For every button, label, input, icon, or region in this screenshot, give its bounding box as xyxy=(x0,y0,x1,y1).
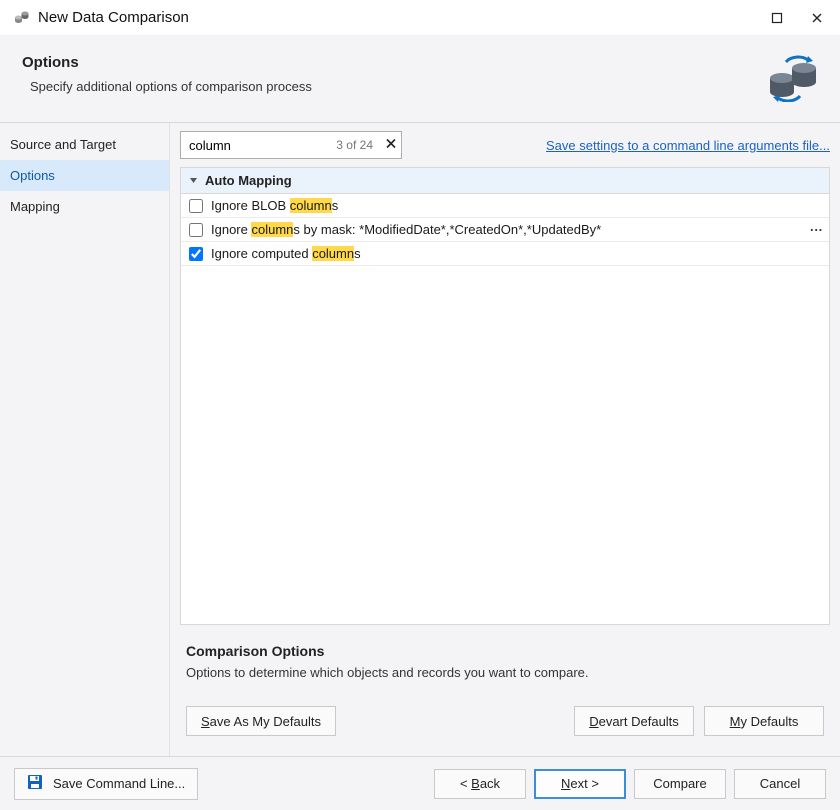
window-title: New Data Comparison xyxy=(38,9,770,26)
wizard-steps-sidebar: Source and Target Options Mapping xyxy=(0,123,170,756)
page-subtitle: Specify additional options of comparison… xyxy=(30,79,764,94)
back-button[interactable]: < Back xyxy=(434,769,526,799)
option-checkbox[interactable] xyxy=(189,199,203,213)
devart-defaults-button[interactable]: Devart Defaults xyxy=(574,706,694,736)
search-result-count: 3 of 24 xyxy=(336,138,373,152)
next-button[interactable]: Next > xyxy=(534,769,626,799)
description-title: Comparison Options xyxy=(186,643,824,659)
sidebar-item-label: Mapping xyxy=(10,199,60,214)
description-text: Options to determine which objects and r… xyxy=(186,665,824,680)
titlebar: New Data Comparison xyxy=(0,0,840,36)
option-label: Ignore BLOB columns xyxy=(211,198,338,213)
save-settings-link[interactable]: Save settings to a command line argument… xyxy=(546,138,830,153)
compare-button[interactable]: Compare xyxy=(634,769,726,799)
save-command-line-button[interactable]: Save Command Line... xyxy=(14,768,198,800)
my-defaults-button[interactable]: My Defaults xyxy=(704,706,824,736)
option-row[interactable]: Ignore computed columns xyxy=(181,242,829,266)
option-description: Comparison Options Options to determine … xyxy=(180,625,830,690)
wizard-header: Options Specify additional options of co… xyxy=(0,36,840,123)
option-checkbox[interactable] xyxy=(189,223,203,237)
cancel-button[interactable]: Cancel xyxy=(734,769,826,799)
mask-edit-button[interactable]: ··· xyxy=(810,222,823,237)
sidebar-item-label: Options xyxy=(10,168,55,183)
option-label: Ignore columns by mask: *ModifiedDate*,*… xyxy=(211,222,601,237)
search-clear-icon[interactable] xyxy=(385,138,397,153)
sidebar-item-label: Source and Target xyxy=(10,137,116,152)
collapse-icon xyxy=(189,173,199,188)
app-icon xyxy=(14,10,30,26)
group-title: Auto Mapping xyxy=(205,173,292,188)
options-list: Auto Mapping Ignore BLOB columns Ignore … xyxy=(180,167,830,625)
maximize-button[interactable] xyxy=(770,11,784,25)
sidebar-item-mapping[interactable]: Mapping xyxy=(0,191,169,222)
search-field-wrapper: 3 of 24 xyxy=(180,131,402,159)
sidebar-item-options[interactable]: Options xyxy=(0,160,169,191)
close-button[interactable] xyxy=(810,11,824,25)
wizard-footer: Save Command Line... < Back Next > Compa… xyxy=(0,756,840,810)
option-checkbox[interactable] xyxy=(189,247,203,261)
save-as-my-defaults-button[interactable]: Save As My Defaults xyxy=(186,706,336,736)
group-header-auto-mapping[interactable]: Auto Mapping xyxy=(181,168,829,194)
save-icon xyxy=(27,774,43,793)
option-label: Ignore computed columns xyxy=(211,246,361,261)
page-heading: Options xyxy=(22,54,764,71)
comparison-icon xyxy=(764,54,820,102)
option-row[interactable]: Ignore columns by mask: *ModifiedDate*,*… xyxy=(181,218,829,242)
search-input[interactable] xyxy=(187,137,292,154)
option-row[interactable]: Ignore BLOB columns xyxy=(181,194,829,218)
sidebar-item-source-target[interactable]: Source and Target xyxy=(0,129,169,160)
button-label: Save Command Line... xyxy=(53,776,185,791)
